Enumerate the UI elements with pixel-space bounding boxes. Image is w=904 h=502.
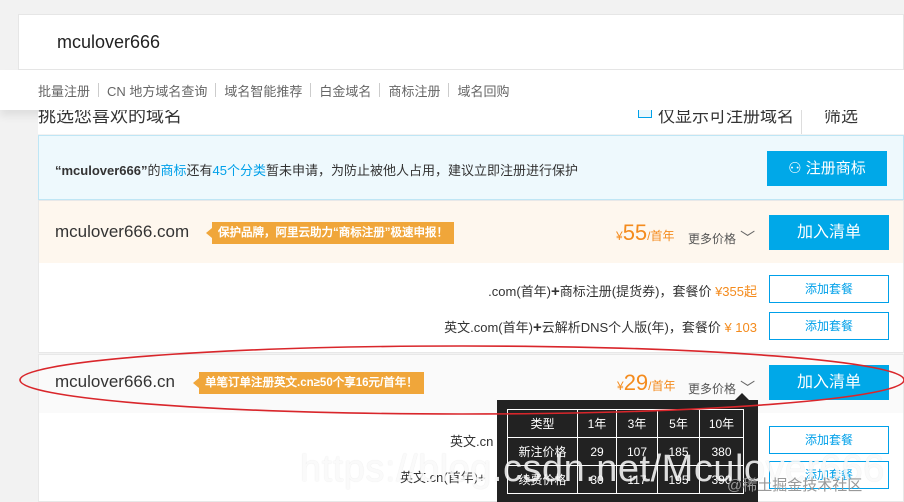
watermark-community: @稀土掘金技术社区 xyxy=(727,477,863,494)
annotation-ellipse xyxy=(19,345,904,415)
